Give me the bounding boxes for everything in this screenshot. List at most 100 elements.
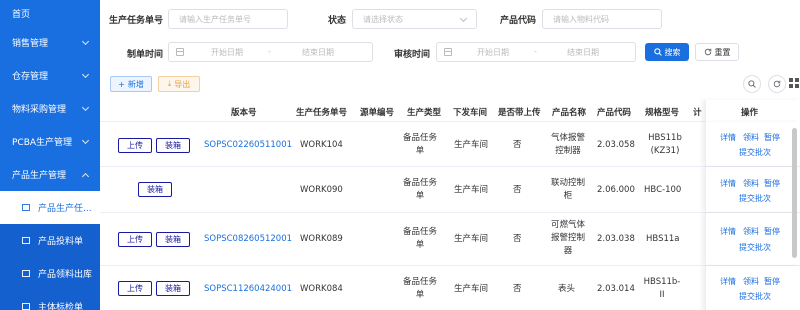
product-code-label: 产品代码 <box>499 16 536 26</box>
product-code-cell: 2.03.038 <box>597 234 635 244</box>
col-partial: 计 <box>693 108 702 118</box>
ops-cell: 详情 领料 暂停 提交批次 <box>705 167 800 212</box>
type-cell: 备品任务单 <box>402 227 437 250</box>
export-button-label: 导出 <box>174 79 191 89</box>
pick-link[interactable]: 领料 <box>743 178 759 189</box>
detail-link[interactable]: 详情 <box>720 132 736 143</box>
submit-batch-link[interactable]: 提交批次 <box>739 291 771 302</box>
chevron-down-icon <box>81 136 90 145</box>
product-name-cell: 联动控制柜 <box>550 178 585 201</box>
chevron-down-icon <box>81 37 90 46</box>
sidebar-item-production[interactable]: 产品生产管理 <box>0 158 100 191</box>
product-name-cell: 表头 <box>558 284 576 294</box>
workshop-cell: 生产车间 <box>454 234 489 244</box>
reset-button-label: 重置 <box>714 47 731 57</box>
calendar-icon <box>444 48 452 56</box>
start-date-placeholder: 开始日期 <box>477 48 509 57</box>
add-button[interactable]: + 新增 <box>110 76 152 92</box>
upload-button[interactable]: 上传 <box>118 232 152 247</box>
export-button[interactable]: ⤓ 导出 <box>158 76 200 92</box>
search-icon <box>748 80 756 88</box>
spec-cell: HBS11b (KZ31) <box>648 133 682 156</box>
sidebar-item-label: 产品生产任... <box>38 204 92 214</box>
sidebar-item-label: 首页 <box>12 9 31 20</box>
range-separator: - <box>268 47 271 56</box>
menu-grid-icon <box>22 270 30 277</box>
pack-button[interactable]: 装箱 <box>156 281 190 296</box>
table-header: 版本号 生产任务单号 源单编号 生产类型 下发车间 是否带上传 产品名称 产品代… <box>100 100 800 122</box>
type-cell: 备品任务单 <box>402 178 437 201</box>
col-type: 生产类型 <box>407 108 442 118</box>
detail-link[interactable]: 详情 <box>720 226 736 237</box>
product-name-cell: 可燃气体报警控制器 <box>550 220 585 256</box>
col-task-no: 生产任务单号 <box>296 108 348 118</box>
upload-button[interactable]: 上传 <box>118 281 152 296</box>
audit-date-range[interactable]: 开始日期 - 结束日期 <box>436 42 636 62</box>
status-select[interactable]: 请选择状态 <box>352 9 477 29</box>
spec-cell: HBS11a <box>646 234 680 244</box>
sidebar-subitem-feed-order[interactable]: 产品投料单 <box>0 224 100 257</box>
end-date-placeholder: 结束日期 <box>302 48 334 57</box>
submit-batch-link[interactable]: 提交批次 <box>739 193 771 204</box>
detail-link[interactable]: 详情 <box>720 178 736 189</box>
chevron-up-icon <box>81 172 90 181</box>
pack-button[interactable]: 装箱 <box>156 232 190 247</box>
product-code-input[interactable]: 请输入物料代码 <box>542 9 662 29</box>
version-link[interactable]: SOPSC02260511001 <box>204 139 292 152</box>
sidebar-item-sales[interactable]: 销售管理 <box>0 26 100 59</box>
menu-grid-icon <box>22 237 30 244</box>
grid-icon <box>789 78 799 88</box>
columns-button[interactable] <box>789 78 799 91</box>
spec-cell: HBC-100 <box>644 185 682 195</box>
pick-link[interactable]: 领料 <box>743 226 759 237</box>
refresh-icon <box>704 48 711 56</box>
sidebar-subitem-production-task[interactable]: 产品生产任... <box>0 191 100 224</box>
sidebar-item-home[interactable]: 首页 <box>0 0 100 26</box>
task-no-cell: WORK090 <box>300 185 343 195</box>
detail-link[interactable]: 详情 <box>720 276 736 287</box>
table-row: 上传 装箱 SOPSC11260424001 WORK084 备品任务单 生产车… <box>100 266 800 310</box>
chevron-down-icon <box>81 70 90 79</box>
reset-button[interactable]: 重置 <box>695 43 739 61</box>
plus-icon: + <box>118 79 125 89</box>
sidebar-subitem-inspection[interactable]: 主体标检单 <box>0 290 100 310</box>
sidebar-item-purchase[interactable]: 物料采购管理 <box>0 92 100 125</box>
table-scrollbar[interactable] <box>792 128 797 258</box>
table-row: 上传 装箱 SOPSC02260511001 WORK104 备品任务单 生产车… <box>100 122 800 167</box>
toggle-search-button[interactable] <box>743 75 761 93</box>
created-date-range[interactable]: 开始日期 - 结束日期 <box>168 42 373 62</box>
spec-cell: HBS11b-II <box>643 277 681 300</box>
sidebar-item-warehouse[interactable]: 仓存管理 <box>0 59 100 92</box>
refresh-button[interactable] <box>768 75 786 93</box>
pick-link[interactable]: 领料 <box>743 276 759 287</box>
sidebar-item-label: 主体标检单 <box>38 303 84 310</box>
menu-grid-icon <box>22 204 30 211</box>
sidebar-item-pcba[interactable]: PCBA生产管理 <box>0 125 100 158</box>
col-workshop: 下发车间 <box>453 108 488 118</box>
version-link[interactable]: SOPSC08260512001 <box>204 233 292 246</box>
pause-link[interactable]: 暂停 <box>764 226 780 237</box>
version-link[interactable]: SOPSC11260424001 <box>204 283 292 296</box>
pause-link[interactable]: 暂停 <box>764 178 780 189</box>
sidebar-subitem-material-out[interactable]: 产品领料出库 <box>0 257 100 290</box>
search-button[interactable]: 搜索 <box>645 43 689 61</box>
submit-batch-link[interactable]: 提交批次 <box>739 242 771 253</box>
task-no-input[interactable]: 请输入生产任务单号 <box>168 9 288 29</box>
pick-link[interactable]: 领料 <box>743 132 759 143</box>
audit-time-label: 审核时间 <box>393 50 430 60</box>
pack-button[interactable]: 装箱 <box>156 138 190 153</box>
pause-link[interactable]: 暂停 <box>764 132 780 143</box>
task-no-label: 生产任务单号 <box>108 16 163 26</box>
col-product-name: 产品名称 <box>552 108 587 118</box>
calendar-icon <box>176 48 184 56</box>
sidebar-item-label: 产品投料单 <box>38 237 84 247</box>
refresh-icon <box>773 80 781 88</box>
workshop-cell: 生产车间 <box>454 140 489 150</box>
upload-cell: 否 <box>513 234 522 244</box>
pause-link[interactable]: 暂停 <box>764 276 780 287</box>
status-placeholder: 请选择状态 <box>363 14 403 24</box>
upload-button[interactable]: 上传 <box>118 138 152 153</box>
submit-batch-link[interactable]: 提交批次 <box>739 147 771 158</box>
start-date-placeholder: 开始日期 <box>211 48 243 57</box>
pack-button[interactable]: 装箱 <box>138 182 172 197</box>
